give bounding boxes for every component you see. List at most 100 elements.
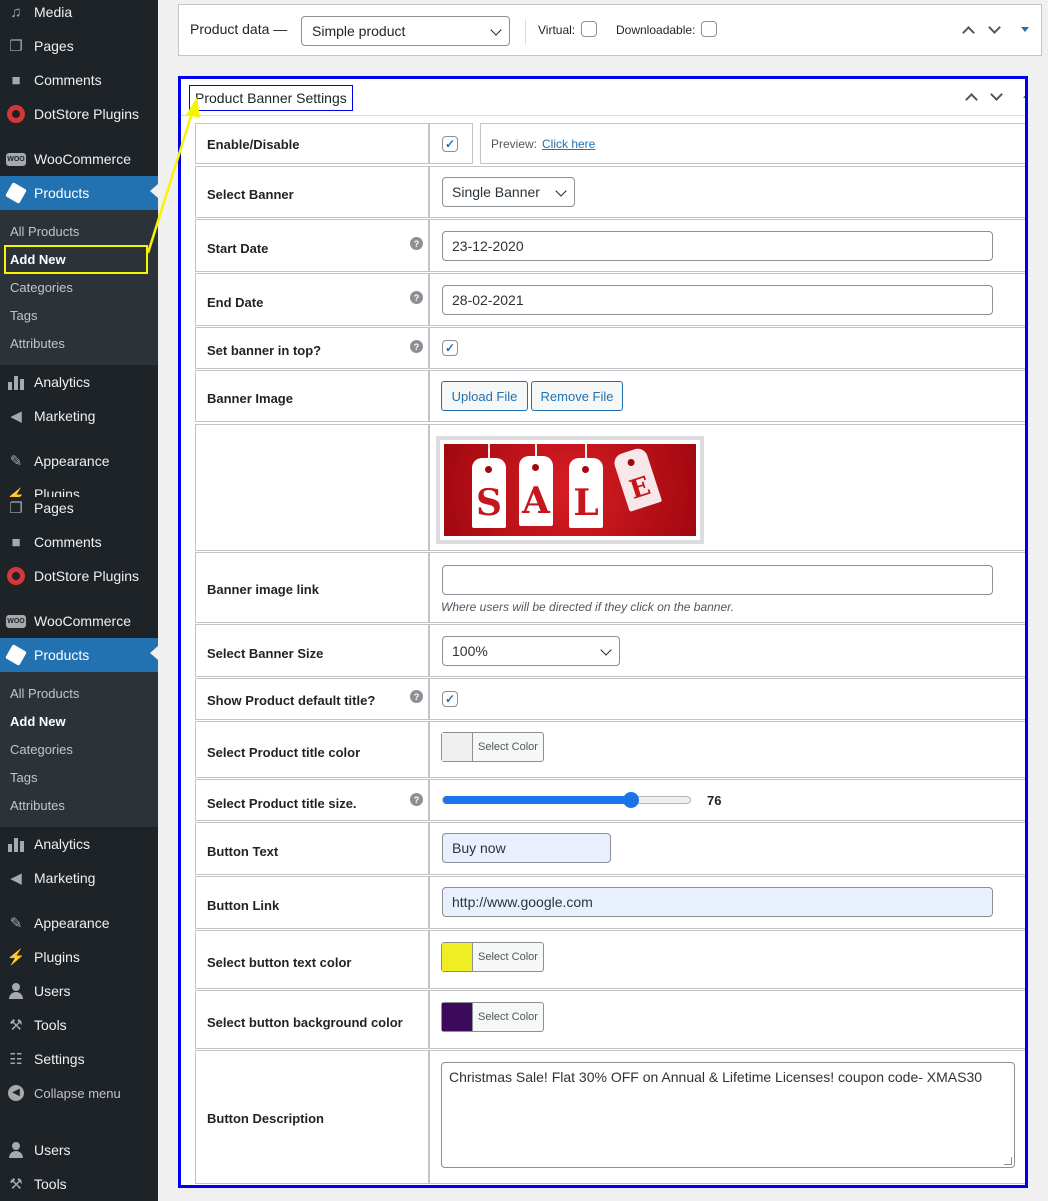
- submenu-categories[interactable]: Categories: [10, 742, 73, 757]
- menu-comments[interactable]: ■ Comments: [0, 65, 158, 95]
- remove-file-button[interactable]: Remove File: [531, 381, 623, 411]
- wrench-icon: ⚒: [9, 1016, 23, 1034]
- sale-tag: E: [611, 446, 663, 512]
- menu-label: Comments: [34, 72, 102, 88]
- menu-settings[interactable]: ☷ Settings: [0, 1044, 158, 1074]
- start-date-label: Start Date: [207, 241, 269, 256]
- menu-label: Users: [34, 1142, 71, 1158]
- preview-cell: Preview: Click here: [480, 123, 1025, 164]
- description-field-cell: Christmas Sale! Flat 30% OFF on Annual &…: [429, 1050, 1025, 1184]
- submenu-all-products[interactable]: All Products: [10, 686, 79, 701]
- title-color-picker[interactable]: Select Color: [441, 732, 544, 762]
- button-bg-color-label: Select button background color: [207, 1015, 403, 1030]
- show-title-checkbox[interactable]: ✓: [442, 691, 458, 707]
- button-text-color-picker[interactable]: Select Color: [441, 942, 544, 972]
- title-size-slider[interactable]: [442, 792, 691, 808]
- button-bg-color-picker[interactable]: Select Color: [441, 1002, 544, 1032]
- submenu-attributes[interactable]: Attributes: [10, 798, 65, 813]
- menu-label: Collapse menu: [34, 1085, 121, 1101]
- enable-label-cell: Enable/Disable: [195, 123, 429, 164]
- size-label: Select Banner Size: [207, 646, 324, 661]
- menu-plugins[interactable]: ⚡ Plugins: [0, 942, 158, 972]
- image-link-input[interactable]: [442, 565, 993, 595]
- menu-comments[interactable]: ■ Comments: [0, 527, 158, 557]
- submenu-tags[interactable]: Tags: [10, 308, 37, 323]
- menu-users[interactable]: Users: [0, 1135, 158, 1165]
- menu-label: Tools: [34, 1017, 67, 1033]
- comments-icon: ■: [11, 533, 21, 551]
- menu-dotstore[interactable]: DotStore Plugins: [0, 561, 158, 591]
- submenu-add-new[interactable]: Add New: [10, 714, 66, 729]
- analytics-icon: [8, 374, 24, 390]
- help-icon[interactable]: ?: [410, 793, 423, 806]
- menu-label: Products: [34, 185, 90, 201]
- menu-marketing[interactable]: ◀ Marketing: [0, 863, 158, 893]
- menu-appearance[interactable]: ✎ Appearance: [0, 446, 158, 476]
- submenu-tags[interactable]: Tags: [10, 770, 37, 785]
- comments-icon: ■: [11, 71, 21, 89]
- menu-appearance[interactable]: ✎ Appearance: [0, 908, 158, 938]
- button-text-color-field-cell: Select Color: [429, 930, 1025, 989]
- start-date-input[interactable]: 23-12-2020: [442, 231, 993, 261]
- product-type-select[interactable]: Simple product: [301, 16, 510, 46]
- menu-label: Plugins: [34, 949, 80, 965]
- menu-products[interactable]: Products: [0, 638, 158, 672]
- products-box-icon: [5, 644, 27, 666]
- woocommerce-icon: WOO: [6, 152, 26, 166]
- menu-collapse[interactable]: ◀ Collapse menu: [0, 1078, 158, 1108]
- enable-checkbox[interactable]: ✓: [442, 136, 458, 152]
- resize-handle-icon[interactable]: [1004, 1157, 1012, 1165]
- size-label-cell: Select Banner Size: [195, 624, 429, 677]
- menu-users[interactable]: Users: [0, 976, 158, 1006]
- sale-tag: L: [569, 458, 603, 528]
- select-banner-dropdown[interactable]: Single Banner: [442, 177, 575, 207]
- help-icon[interactable]: ?: [410, 291, 423, 304]
- button-text-color-swatch: [442, 943, 473, 971]
- help-icon[interactable]: ?: [410, 690, 423, 703]
- menu-dotstore[interactable]: DotStore Plugins: [0, 99, 158, 129]
- move-down-icon[interactable]: [988, 21, 1001, 34]
- menu-pages[interactable]: ❐ Pages: [0, 493, 158, 523]
- select-banner-field-cell: Single Banner: [429, 166, 1025, 218]
- slider-thumb[interactable]: [623, 792, 639, 808]
- select-color-label: Select Color: [478, 741, 538, 753]
- menu-tools[interactable]: ⚒ Tools: [0, 1010, 158, 1040]
- button-text-input[interactable]: Buy now: [442, 833, 611, 863]
- submenu-all-products[interactable]: All Products: [10, 224, 79, 239]
- enable-label: Enable/Disable: [207, 137, 300, 152]
- toggle-panel-icon[interactable]: [1023, 93, 1025, 98]
- submenu-categories[interactable]: Categories: [10, 280, 73, 295]
- dotstore-icon: [7, 567, 25, 585]
- menu-pages[interactable]: ❐ Pages: [0, 31, 158, 61]
- virtual-checkbox[interactable]: [581, 21, 597, 37]
- button-text-color-label-cell: Select button text color: [195, 930, 429, 989]
- end-date-input[interactable]: 28-02-2021: [442, 285, 993, 315]
- menu-analytics[interactable]: Analytics: [0, 367, 158, 397]
- move-down-icon[interactable]: [990, 88, 1003, 101]
- move-up-icon[interactable]: [962, 26, 975, 39]
- button-description-textarea[interactable]: Christmas Sale! Flat 30% OFF on Annual &…: [441, 1062, 1015, 1168]
- move-up-icon[interactable]: [965, 93, 978, 106]
- menu-marketing[interactable]: ◀ Marketing: [0, 401, 158, 431]
- menu-tools[interactable]: ⚒ Tools: [0, 1169, 158, 1199]
- show-title-field-cell: ✓: [429, 678, 1025, 720]
- submenu-attributes[interactable]: Attributes: [10, 336, 65, 351]
- toggle-panel-icon[interactable]: [1021, 27, 1029, 32]
- help-icon[interactable]: ?: [410, 237, 423, 250]
- preview-link[interactable]: Click here: [542, 137, 595, 151]
- button-link-input[interactable]: http://www.google.com: [442, 887, 993, 917]
- downloadable-checkbox[interactable]: [701, 21, 717, 37]
- menu-products[interactable]: Products: [0, 176, 158, 210]
- menu-analytics[interactable]: Analytics: [0, 829, 158, 859]
- menu-woocommerce[interactable]: WOO WooCommerce: [0, 144, 158, 174]
- select-banner-value: Single Banner: [452, 184, 540, 200]
- upload-file-button[interactable]: Upload File: [441, 381, 528, 411]
- menu-woocommerce[interactable]: WOO WooCommerce: [0, 606, 158, 636]
- button-text-label-cell: Button Text: [195, 822, 429, 875]
- banner-size-dropdown[interactable]: 100%: [442, 636, 620, 666]
- chevron-down-icon: [490, 24, 502, 36]
- top-label-cell: Set banner in top??: [195, 327, 429, 369]
- top-checkbox[interactable]: ✓: [442, 340, 458, 356]
- menu-media[interactable]: ♫ Media: [0, 0, 158, 27]
- help-icon[interactable]: ?: [410, 340, 423, 353]
